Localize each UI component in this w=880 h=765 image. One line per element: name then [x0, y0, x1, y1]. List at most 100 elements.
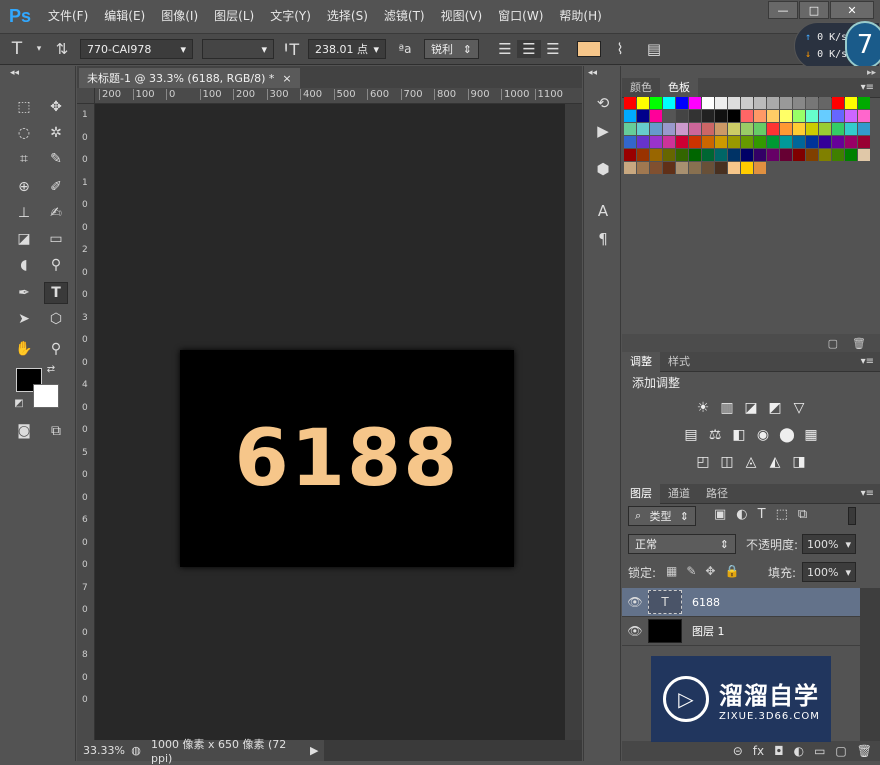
type-filter-icon[interactable]: T: [758, 507, 766, 522]
status-icon[interactable]: ◍: [127, 744, 145, 757]
swatch[interactable]: [650, 162, 662, 174]
color-balance-icon[interactable]: ⚖: [706, 426, 724, 444]
swatch[interactable]: [715, 136, 727, 148]
new-swatch-icon[interactable]: ▢: [828, 337, 838, 350]
menu-file[interactable]: 文件(F): [40, 0, 96, 33]
expand-icon[interactable]: ▸▸: [867, 68, 876, 78]
swatch[interactable]: [689, 149, 701, 161]
swatch[interactable]: [689, 110, 701, 122]
swatch[interactable]: [858, 123, 870, 135]
swatch[interactable]: [702, 97, 714, 109]
pixel-filter-icon[interactable]: ▣: [714, 507, 726, 522]
type-tool-preset-icon[interactable]: T: [0, 39, 34, 59]
align-right-icon[interactable]: ☰: [541, 40, 565, 58]
tab-adjustments[interactable]: 调整: [622, 351, 660, 372]
black-white-icon[interactable]: ◧: [730, 426, 748, 444]
new-layer-icon[interactable]: ▢: [835, 744, 846, 758]
healing-brush-tool-icon[interactable]: ⊕: [12, 176, 36, 198]
swatch[interactable]: [676, 110, 688, 122]
swatch[interactable]: [728, 123, 740, 135]
curves-icon[interactable]: ◪: [742, 399, 760, 417]
properties-panel-icon[interactable]: ⬢: [592, 158, 614, 180]
default-colors-icon[interactable]: ◩: [12, 396, 26, 410]
collapse-icon[interactable]: ◂◂: [10, 68, 66, 78]
align-left-icon[interactable]: ☰: [493, 40, 517, 58]
clone-stamp-tool-icon[interactable]: ⊥: [12, 202, 36, 224]
tab-styles[interactable]: 样式: [660, 352, 698, 372]
swatch[interactable]: [845, 110, 857, 122]
swatch[interactable]: [676, 162, 688, 174]
swatch[interactable]: [845, 97, 857, 109]
maximize-button[interactable]: □: [799, 1, 829, 19]
swatch[interactable]: [689, 136, 701, 148]
swatch[interactable]: [780, 123, 792, 135]
menu-type[interactable]: 文字(Y): [262, 0, 319, 33]
swatch[interactable]: [793, 97, 805, 109]
horizontal-ruler[interactable]: 200 100 0 100 200 300 400 500 600 700 800 900 1000 11…: [95, 88, 582, 104]
swatch[interactable]: [637, 123, 649, 135]
gradient-tool-icon[interactable]: ▭: [44, 228, 68, 250]
menu-select[interactable]: 选择(S): [319, 0, 376, 33]
swatch[interactable]: [819, 149, 831, 161]
swap-colors-icon[interactable]: ⇄: [44, 362, 58, 376]
lock-image-icon[interactable]: ✎: [686, 564, 696, 578]
swatch[interactable]: [663, 110, 675, 122]
swatch[interactable]: [780, 149, 792, 161]
swatch[interactable]: [715, 123, 727, 135]
tab-channels[interactable]: 通道: [660, 484, 698, 504]
magic-wand-tool-icon[interactable]: ✲: [44, 122, 68, 144]
swatch[interactable]: [702, 110, 714, 122]
swatch[interactable]: [767, 123, 779, 135]
opacity-field[interactable]: 100% ▾: [802, 534, 856, 554]
swatch[interactable]: [650, 123, 662, 135]
blur-tool-icon[interactable]: ◖: [12, 254, 36, 276]
swatch[interactable]: [728, 110, 740, 122]
menu-image[interactable]: 图像(I): [153, 0, 206, 33]
eyedropper-tool-icon[interactable]: ✎: [44, 148, 68, 170]
swatch[interactable]: [793, 123, 805, 135]
dodge-tool-icon[interactable]: ⚲: [44, 254, 68, 276]
document-tab[interactable]: 未标题-1 @ 33.3% (6188, RGB/8) * ×: [79, 68, 300, 88]
adjustment-filter-icon[interactable]: ◐: [736, 507, 747, 522]
swatch[interactable]: [624, 97, 636, 109]
swatch[interactable]: [637, 149, 649, 161]
screen-mode-icon[interactable]: ⧉: [44, 420, 68, 442]
collapse-icon[interactable]: ◂◂: [584, 68, 622, 78]
font-style-select[interactable]: ▾: [202, 39, 274, 59]
eraser-tool-icon[interactable]: ◪: [12, 228, 36, 250]
layer-row[interactable]: 👁 图层 1: [622, 617, 860, 646]
character-panel-icon[interactable]: ▤: [639, 40, 669, 58]
antialias-select[interactable]: 锐利 ⇕: [424, 39, 479, 59]
swatch[interactable]: [676, 136, 688, 148]
selective-color-icon[interactable]: ◨: [790, 453, 808, 471]
swatch[interactable]: [663, 149, 675, 161]
swatch[interactable]: [767, 110, 779, 122]
tab-swatches[interactable]: 色板: [660, 77, 698, 98]
history-brush-tool-icon[interactable]: ✍: [44, 202, 68, 224]
history-panel-icon[interactable]: ⟲: [592, 92, 614, 114]
tab-paths[interactable]: 路径: [698, 484, 736, 504]
swatch[interactable]: [754, 110, 766, 122]
swatch[interactable]: [754, 97, 766, 109]
swatch[interactable]: [780, 110, 792, 122]
path-selection-tool-icon[interactable]: ➤: [12, 308, 36, 330]
swatch[interactable]: [741, 162, 753, 174]
swatch[interactable]: [650, 136, 662, 148]
swatch[interactable]: [793, 136, 805, 148]
photo-filter-icon[interactable]: ◉: [754, 426, 772, 444]
move-tool-icon[interactable]: ✥: [44, 96, 68, 118]
layer-name[interactable]: 6188: [692, 596, 720, 609]
swatch[interactable]: [832, 123, 844, 135]
swatch[interactable]: [663, 97, 675, 109]
panel-menu-icon[interactable]: ▾≡: [861, 82, 874, 93]
swatch[interactable]: [858, 97, 870, 109]
vibrance-icon[interactable]: ▽: [790, 399, 808, 417]
swatch[interactable]: [858, 136, 870, 148]
panel-menu-icon[interactable]: ▾≡: [861, 356, 874, 367]
quick-mask-icon[interactable]: ◙: [12, 420, 36, 442]
swatch[interactable]: [858, 110, 870, 122]
swatch[interactable]: [728, 162, 740, 174]
invert-icon[interactable]: ◰: [694, 453, 712, 471]
swatch[interactable]: [702, 136, 714, 148]
canvas-viewport[interactable]: 6188: [95, 104, 565, 740]
